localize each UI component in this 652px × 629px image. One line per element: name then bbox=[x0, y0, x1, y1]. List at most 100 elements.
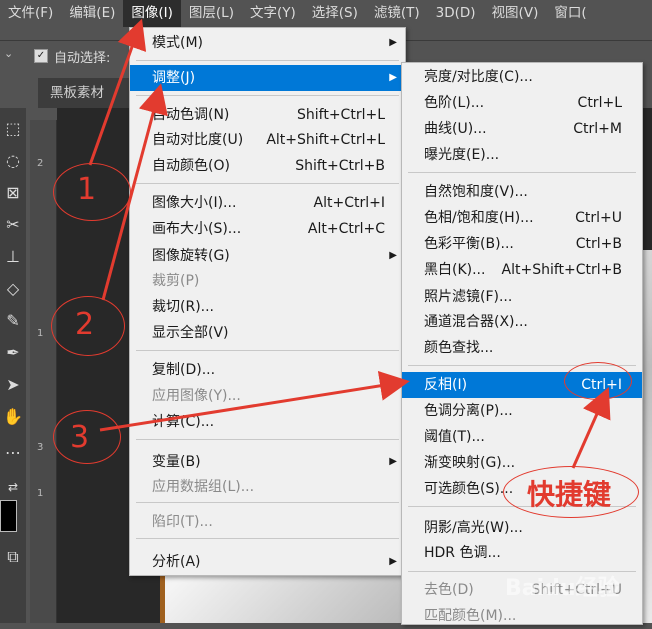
submenu-arrow-icon: ▶ bbox=[389, 72, 397, 83]
image_menu-item-shortcut: Alt+Ctrl+C bbox=[307, 221, 385, 237]
menu-view[interactable]: 视图(V) bbox=[484, 0, 547, 27]
adjust_menu-item[interactable]: 色阶(L)... Ctrl+L bbox=[402, 90, 642, 116]
adjust_menu-item[interactable]: HDR 色调... bbox=[402, 540, 642, 566]
adjust_menu-item-shortcut: Ctrl+B bbox=[575, 236, 622, 252]
select-arrow-icon[interactable]: ➤ bbox=[2, 374, 24, 396]
image_menu-item[interactable]: 变量(B) ▶ bbox=[130, 449, 405, 475]
ruler-mark: 1 bbox=[37, 488, 44, 499]
image_menu-item[interactable]: 调整(J) ▶ bbox=[130, 65, 405, 91]
adjust_menu-item[interactable]: 曝光度(E)... bbox=[402, 142, 642, 168]
adjustments-submenu: 亮度/对比度(C)... 色阶(L)... Ctrl+L 曲线(U)... Ctrl+M… bbox=[401, 62, 643, 625]
menu-type[interactable]: 文字(Y) bbox=[242, 0, 304, 27]
more-tools-icon[interactable]: ⋯ bbox=[2, 442, 24, 464]
adjust_menu-item[interactable]: 色相/饱和度(H)... Ctrl+U bbox=[402, 205, 642, 231]
adjust_menu-item-label: 自然饱和度(V)... bbox=[424, 184, 528, 200]
menu-file[interactable]: 文件(F) bbox=[0, 0, 61, 27]
eraser-tool-icon[interactable]: ◇ bbox=[2, 278, 24, 300]
adjust_menu-item[interactable]: 色彩平衡(B)... Ctrl+B bbox=[402, 231, 642, 257]
document-tab-title: 黑板素材 bbox=[50, 85, 104, 101]
adjust_menu-item-label: 色阶(L)... bbox=[424, 95, 485, 111]
ruler-mark: 1 bbox=[37, 328, 44, 339]
image_menu-item[interactable]: 裁切(R)... bbox=[130, 294, 405, 320]
adjust_menu-item[interactable]: 亮度/对比度(C)... bbox=[402, 64, 642, 90]
menu-edit[interactable]: 编辑(E) bbox=[61, 0, 123, 27]
foreground-color-swatch[interactable] bbox=[0, 500, 17, 532]
image_menu-item-label: 模式(M) bbox=[152, 35, 204, 51]
menu-select[interactable]: 选择(S) bbox=[304, 0, 366, 27]
image_menu-item[interactable]: 自动对比度(U) Alt+Shift+Ctrl+L bbox=[130, 127, 405, 153]
image_menu-item-label: 复制(D)... bbox=[152, 362, 216, 378]
adjust_menu-item[interactable]: 照片滤镜(F)... bbox=[402, 284, 642, 310]
image_menu-item[interactable]: 模式(M) ▶ bbox=[130, 30, 405, 56]
ruler-mark: 2 bbox=[37, 158, 44, 169]
image_menu-item[interactable]: 图像大小(I)... Alt+Ctrl+I bbox=[130, 190, 405, 216]
menu-3d[interactable]: 3D(D) bbox=[428, 0, 484, 27]
menu-image[interactable]: 图像(I) bbox=[123, 0, 181, 27]
image_menu-item[interactable]: 显示全部(V) bbox=[130, 320, 405, 346]
adjust_menu-item[interactable]: 通道混合器(X)... bbox=[402, 309, 642, 335]
adjust_menu-item-label: HDR 色调... bbox=[424, 545, 501, 561]
step-3-number: 3 bbox=[70, 420, 90, 455]
image_menu-item[interactable]: 图像旋转(G) ▶ bbox=[130, 243, 405, 269]
image_menu-item-label: 应用图像(Y)... bbox=[152, 388, 241, 404]
adjust_menu-item-label: 渐变映射(G)... bbox=[424, 455, 516, 471]
image_menu-item-label: 自动色调(N) bbox=[152, 107, 230, 123]
adjust_menu-item-shortcut: Alt+Shift+Ctrl+B bbox=[501, 262, 622, 278]
adjust_menu-item-shortcut: Ctrl+M bbox=[573, 121, 622, 137]
pen-tool-icon[interactable]: ✒ bbox=[2, 342, 24, 364]
image_menu-item[interactable]: 自动颜色(O) Shift+Ctrl+B bbox=[130, 153, 405, 179]
image_menu-item-label: 画布大小(S)... bbox=[152, 221, 242, 237]
image_menu-item[interactable]: 计算(C)... bbox=[130, 409, 405, 435]
stamp-tool-icon[interactable]: ⊥ bbox=[2, 246, 24, 268]
image_menu-item-shortcut: Alt+Shift+Ctrl+L bbox=[266, 132, 385, 148]
image_menu-item[interactable]: 自动色调(N) Shift+Ctrl+L bbox=[130, 102, 405, 128]
adjust_menu-item[interactable]: 阈值(T)... bbox=[402, 424, 642, 450]
image_menu-item-label: 变量(B) bbox=[152, 454, 201, 470]
image_menu-item-label: 陷印(T)... bbox=[152, 514, 213, 530]
lasso-tool-icon[interactable]: ◌ bbox=[2, 150, 24, 172]
menu-window[interactable]: 窗口( bbox=[546, 0, 594, 27]
marquee-tool-icon[interactable]: ⬚ bbox=[2, 118, 24, 140]
menu-filter[interactable]: 滤镜(T) bbox=[366, 0, 428, 27]
adjust_menu-item[interactable]: 曲线(U)... Ctrl+M bbox=[402, 116, 642, 142]
adjust_menu-item-shortcut: Ctrl+L bbox=[577, 95, 622, 111]
shortcut-note: 快捷键 bbox=[527, 478, 612, 511]
chevron-down-icon[interactable]: ⌄ bbox=[4, 47, 13, 60]
image_menu-item[interactable]: 复制(D)... bbox=[130, 357, 405, 383]
image_menu-item[interactable]: 分析(A) ▶ bbox=[130, 549, 405, 575]
frame-tool-icon[interactable]: ⊠ bbox=[2, 182, 24, 204]
auto-select-checkbox[interactable]: ✓ bbox=[34, 49, 48, 63]
menu-layer[interactable]: 图层(L) bbox=[181, 0, 242, 27]
adjust_menu-item[interactable]: 色调分离(P)... bbox=[402, 398, 642, 424]
tools-panel: ⬚ ◌ ⊠ ✂ ⊥ ◇ ✎ ✒ ➤ ✋ ⋯ ⇄ ⧉ bbox=[0, 108, 26, 623]
auto-select-label: 自动选择: bbox=[54, 51, 111, 66]
step-2-number: 2 bbox=[75, 307, 95, 342]
screen-mode-icon[interactable]: ⧉ bbox=[2, 546, 24, 568]
menu-bar: 文件(F) 编辑(E) 图像(I) 图层(L) 文字(Y) 选择(S) 滤镜(T… bbox=[0, 0, 652, 27]
adjust_menu-item-label: 亮度/对比度(C)... bbox=[424, 69, 533, 85]
adjust_menu-item-label: 匹配颜色(M)... bbox=[424, 608, 517, 624]
image_menu-item-label: 裁剪(P) bbox=[152, 273, 200, 289]
adjust_menu-item[interactable]: 阴影/高光(W)... bbox=[402, 515, 642, 541]
menu-separator bbox=[136, 60, 399, 61]
adjust_menu-item-label: 去色(D) bbox=[424, 582, 474, 598]
image_menu-item-label: 图像大小(I)... bbox=[152, 195, 237, 211]
image-menu: 模式(M) ▶ 调整(J) ▶ 自动色调(N) Shift+Ctrl+L 自动对比度(U) A… bbox=[129, 27, 406, 576]
image_menu-item[interactable]: 画布大小(S)... Alt+Ctrl+C bbox=[130, 216, 405, 242]
adjust_menu-item-label: 黑白(K)... bbox=[424, 262, 486, 278]
adjust_menu-item[interactable]: 颜色查找... bbox=[402, 335, 642, 361]
adjust_menu-item[interactable]: 黑白(K)... Alt+Shift+Ctrl+B bbox=[402, 257, 642, 283]
swap-colors-icon[interactable]: ⇄ bbox=[2, 476, 24, 498]
image_menu-item-label: 计算(C)... bbox=[152, 414, 215, 430]
crop-tool-icon[interactable]: ✂ bbox=[2, 214, 24, 236]
image_menu-item-label: 显示全部(V) bbox=[152, 325, 229, 341]
adjust_menu-item[interactable]: 自然饱和度(V)... bbox=[402, 179, 642, 205]
hand-tool-icon[interactable]: ✋ bbox=[2, 406, 24, 428]
brush-tool-icon[interactable]: ✎ bbox=[2, 310, 24, 332]
adjust_menu-item-label: 色调分离(P)... bbox=[424, 403, 513, 419]
step-1-number: 1 bbox=[77, 172, 97, 207]
adjust_menu-item-label: 阴影/高光(W)... bbox=[424, 520, 523, 536]
submenu-arrow-icon: ▶ bbox=[389, 556, 397, 567]
menu-separator bbox=[136, 350, 399, 351]
adjust_menu-item-label: 反相(I) bbox=[424, 377, 468, 393]
